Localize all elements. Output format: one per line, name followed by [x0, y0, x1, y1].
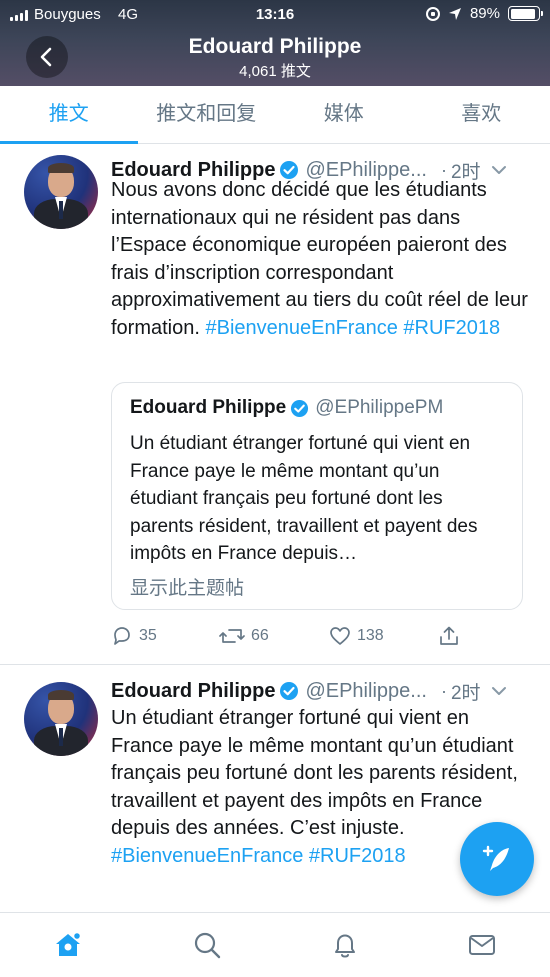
like-button[interactable]: 138	[329, 625, 384, 647]
retweet-icon	[219, 629, 245, 643]
separator-dot: ·	[440, 680, 447, 701]
bell-icon	[335, 934, 355, 958]
mail-icon	[469, 935, 495, 955]
hashtag-link[interactable]: #RUF2018	[403, 317, 500, 339]
reply-button[interactable]: 35	[111, 625, 157, 647]
share-icon	[440, 626, 458, 645]
quoted-tweet[interactable]: Edouard Philippe @EPhilippePM Un étudian…	[111, 382, 523, 610]
reply-icon	[114, 627, 130, 645]
chevron-down-icon[interactable]	[491, 685, 507, 697]
tweet-count: 4,061 推文	[239, 63, 311, 80]
nav-home[interactable]	[50, 927, 86, 963]
quote-text: Un étudiant étranger fortuné qui vient e…	[130, 433, 478, 564]
tweet-text-body: Nous avons donc décidé que les étudiants…	[111, 179, 528, 339]
tweet-header: Edouard Philippe @EPhilippe... · 2时	[111, 676, 507, 706]
retweet-button[interactable]: 66	[219, 625, 269, 647]
verified-badge-icon	[290, 399, 309, 418]
battery-percent: 89%	[469, 5, 500, 22]
tweet-actions: 35 66 138	[111, 625, 531, 655]
hashtag-link[interactable]: #BienvenueEnFrance	[111, 845, 303, 867]
home-icon	[56, 931, 82, 956]
quote-author-name: Edouard Philippe	[130, 397, 287, 418]
profile-header: Bouygues 4G 13:16 89% Edouard Philippe 4…	[0, 0, 550, 86]
author-handle: @EPhilippe...	[305, 679, 427, 702]
hashtag-link[interactable]: #BienvenueEnFrance	[205, 317, 397, 339]
compose-tweet-button[interactable]	[460, 822, 534, 896]
author-name[interactable]: Edouard Philippe	[111, 680, 275, 703]
profile-name: Edouard Philippe	[188, 35, 362, 58]
compose-feather-icon	[482, 845, 509, 871]
verified-badge-icon	[279, 681, 299, 701]
nav-search[interactable]	[189, 927, 225, 963]
tab-tweets-replies[interactable]: 推文和回复	[138, 86, 276, 143]
heart-icon	[330, 627, 350, 645]
tweet-time: 2时	[450, 682, 481, 704]
tweet-1[interactable]: Edouard Philippe @EPhilippe... · 2时 Nous…	[0, 155, 550, 665]
share-button[interactable]	[438, 625, 460, 647]
battery-icon	[508, 6, 543, 21]
avatar[interactable]	[24, 682, 98, 756]
tab-tweets[interactable]: 推文	[0, 86, 138, 144]
avatar[interactable]	[24, 155, 98, 229]
location-icon	[448, 7, 461, 20]
quote-author-handle: @EPhilippePM	[315, 397, 444, 418]
rotation-lock-icon	[425, 6, 440, 21]
tweet-divider	[0, 664, 550, 665]
tweet-text: Nous avons donc décidé que les étudiants…	[111, 177, 531, 342]
nav-messages[interactable]	[464, 927, 500, 963]
bottom-navigation	[0, 912, 550, 977]
retweet-count: 66	[251, 627, 269, 644]
tweet-text-body: Un étudiant étranger fortuné qui vient e…	[111, 707, 518, 839]
show-thread-link[interactable]: 显示此主题帖	[130, 573, 244, 600]
tab-likes[interactable]: 喜欢	[413, 86, 550, 143]
status-right: 89%	[425, 5, 543, 22]
tab-media[interactable]: 媒体	[275, 86, 413, 143]
status-bar: Bouygues 4G 13:16 89%	[0, 0, 550, 30]
profile-tabs: 推文 推文和回复 媒体 喜欢	[0, 86, 550, 144]
search-icon	[194, 932, 221, 959]
reply-count: 35	[139, 627, 157, 644]
chevron-down-icon[interactable]	[491, 164, 507, 176]
like-count: 138	[357, 627, 384, 644]
quote-header: Edouard Philippe @EPhilippePM	[130, 397, 443, 419]
hashtag-link[interactable]: #RUF2018	[309, 845, 406, 867]
nav-notifications[interactable]	[327, 927, 363, 963]
